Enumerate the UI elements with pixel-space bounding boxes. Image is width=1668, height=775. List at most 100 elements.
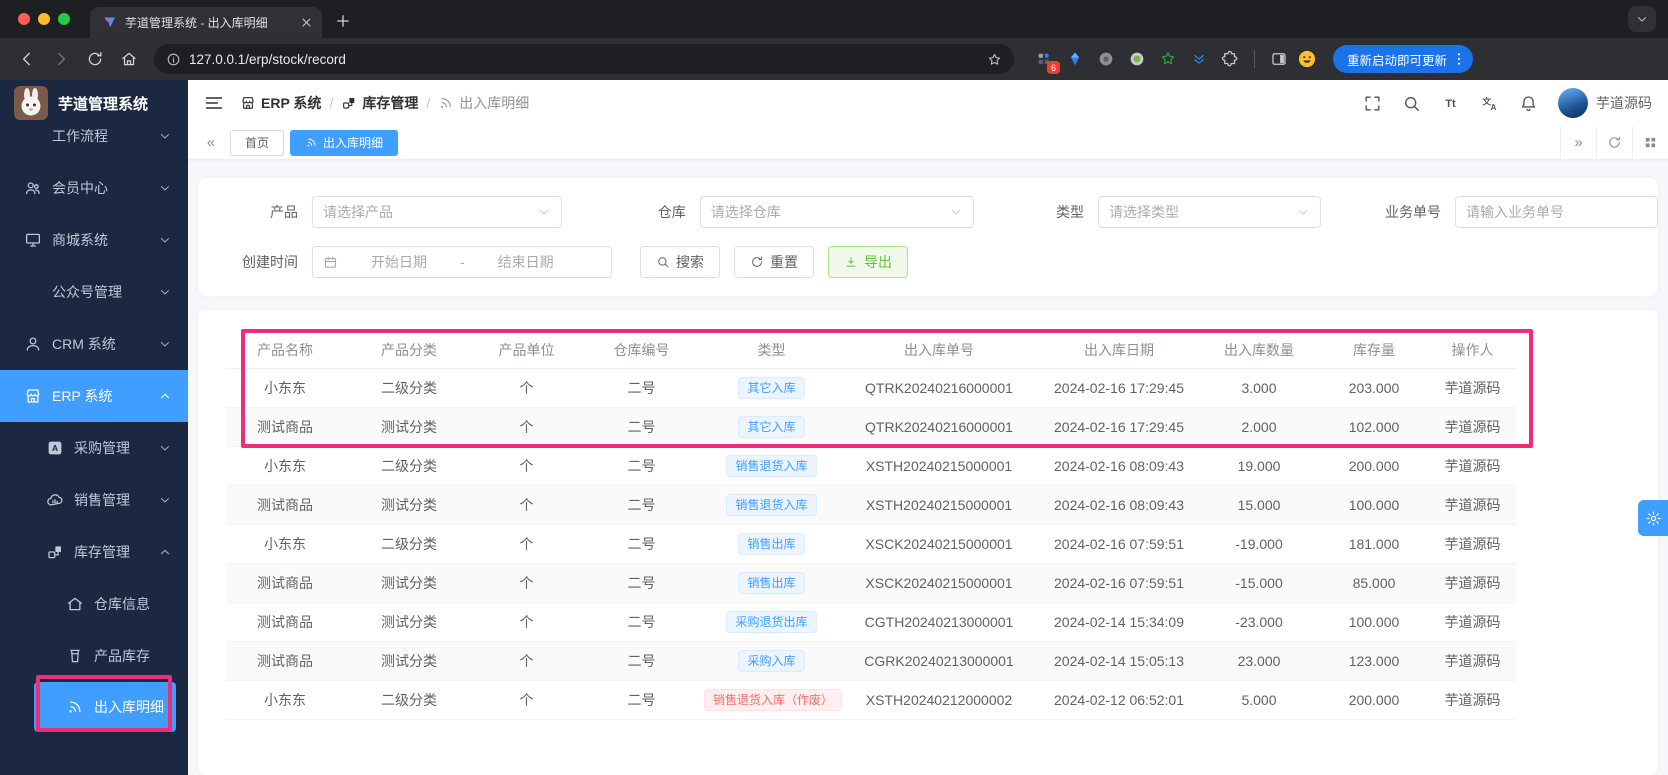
page-tabs: 首页 出入库明细 — [230, 129, 399, 156]
stock-icon — [341, 95, 357, 111]
warehouse-select[interactable] — [699, 196, 974, 228]
cell-product: 测试商品 — [226, 407, 344, 447]
download-icon — [844, 255, 858, 269]
cell-operator: 芋道源码 — [1429, 407, 1516, 447]
warehouse-select-input[interactable] — [710, 204, 943, 220]
sidebar-item-mp[interactable]: 公众号管理 — [0, 266, 188, 318]
puzzle-extension-button[interactable] — [1218, 47, 1242, 71]
cell-warehouse: 二号 — [579, 485, 704, 525]
chevron-down-icon — [158, 181, 172, 195]
icon-placeholder — [24, 127, 42, 145]
cell-product: 测试商品 — [226, 563, 344, 603]
mall-icon — [24, 231, 42, 249]
cell-quantity: 3.000 — [1199, 368, 1319, 408]
cell-unit: 个 — [474, 446, 579, 486]
url-bar[interactable]: 127.0.0.1/erp/stock/record — [154, 44, 1014, 74]
page-tab-item[interactable]: 首页 — [230, 129, 285, 156]
browser-menu-icon[interactable] — [1451, 51, 1467, 67]
sidebar-item-stock[interactable]: 库存管理 — [0, 526, 188, 578]
sidebar-item-erp[interactable]: ERP 系统 — [0, 370, 188, 422]
browser-tab[interactable]: 芋道管理系统 - 出入库明细 — [90, 7, 322, 38]
page-tab-active[interactable]: 出入库明细 — [290, 129, 399, 156]
window-zoom-button[interactable] — [58, 13, 70, 25]
reset-button[interactable]: 重置 — [734, 246, 814, 278]
bell-icon[interactable] — [1519, 94, 1538, 113]
table-row: 小东东 二级分类个二号 其它入库 QTRK20240216000001 2024-02-… — [226, 368, 1516, 408]
sidebar-item-product-stock[interactable]: 产品库存 — [0, 630, 188, 682]
business-no-input[interactable] — [1466, 204, 1647, 220]
tab-search-button[interactable] — [1628, 6, 1656, 32]
bookmark-star-icon[interactable] — [987, 52, 1002, 67]
breadcrumb-item[interactable]: ERP 系统 — [240, 93, 321, 113]
double-chevron-extension-button[interactable] — [1187, 47, 1211, 71]
chevron-down-icon — [949, 205, 963, 219]
fullscreen-icon[interactable] — [1363, 94, 1382, 113]
user-menu[interactable]: 芋道源码 — [1558, 88, 1652, 118]
type-select[interactable] — [1098, 196, 1321, 228]
search-icon — [656, 255, 670, 269]
tabs-prev-button[interactable]: « — [196, 134, 226, 151]
business-no-field[interactable] — [1455, 196, 1658, 228]
new-tab-button[interactable] — [328, 6, 358, 36]
profile-avatar[interactable] — [1295, 47, 1319, 71]
sidebar-item-member[interactable]: 会员中心 — [0, 162, 188, 214]
window-close-button[interactable] — [18, 13, 30, 25]
translate-icon[interactable]: 文A — [1480, 94, 1499, 113]
cell-category: 测试分类 — [344, 602, 474, 642]
collapse-menu-icon[interactable] — [204, 93, 224, 113]
home-button[interactable] — [114, 44, 144, 74]
product-select-input[interactable] — [323, 204, 531, 220]
settings-float-button[interactable] — [1638, 500, 1668, 536]
business-no-label: 业务单号 — [1385, 204, 1441, 220]
search-button[interactable]: 搜索 — [640, 246, 720, 278]
export-button[interactable]: 导出 — [828, 246, 908, 278]
back-button[interactable] — [12, 44, 42, 74]
refresh-icon — [750, 255, 764, 269]
star-green-extension-button[interactable] — [1156, 47, 1180, 71]
date-range-picker[interactable]: 开始日期 - 结束日期 — [312, 246, 612, 278]
create-time-label: 创建时间 — [242, 254, 298, 270]
forward-button[interactable] — [46, 44, 76, 74]
update-button[interactable]: 重新启动即可更新 — [1333, 45, 1474, 73]
cell-warehouse: 二号 — [579, 407, 704, 447]
cell-stock: 100.000 — [1319, 602, 1429, 642]
table-row: 测试商品 测试分类个二号 其它入库 QTRK20240216000001 2024-02… — [226, 407, 1516, 447]
cell-stock: 100.000 — [1319, 485, 1429, 525]
split-view-button[interactable] — [1267, 47, 1291, 71]
site-info-icon[interactable] — [166, 52, 181, 67]
refresh-button[interactable] — [80, 44, 110, 74]
search-icon[interactable] — [1402, 94, 1421, 113]
tab-refresh-button[interactable] — [1596, 125, 1632, 160]
tabs-next-button[interactable]: » — [1560, 125, 1596, 160]
sidebar-item-stock-record[interactable]: 出入库明细 — [34, 682, 176, 732]
grid-icon — [1643, 135, 1658, 150]
window-minimize-button[interactable] — [38, 13, 50, 25]
sidebar-item-sales[interactable]: 销售管理 — [0, 474, 188, 526]
circle-pattern-extension-button[interactable] — [1094, 47, 1118, 71]
tab-layout-button[interactable] — [1632, 125, 1668, 160]
cell-datetime: 2024-02-14 15:05:13 — [1039, 641, 1199, 681]
cell-datetime: 2024-02-14 15:34:09 — [1039, 602, 1199, 642]
sidebar-item-mall[interactable]: 商城系统 — [0, 214, 188, 266]
sidebar-menu: 工作流程 会员中心 商城系统 公众号管理 CRM 系统 ERP 系统 A 采购管理 销售管理 库存… — [0, 126, 188, 775]
sidebar-item-crm[interactable]: CRM 系统 — [0, 318, 188, 370]
record-icon — [305, 136, 318, 149]
cell-warehouse: 二号 — [579, 641, 704, 681]
type-select-input[interactable] — [1109, 204, 1290, 220]
breadcrumb-item[interactable]: 库存管理 — [341, 93, 418, 113]
sidebar-item-purchase[interactable]: A 采购管理 — [0, 422, 188, 474]
member-icon — [24, 179, 42, 197]
cell-order-no: XSTH20240212000002 — [839, 680, 1039, 720]
kite-extension-button[interactable] — [1063, 47, 1087, 71]
circle-dot-extension-button[interactable] — [1125, 47, 1149, 71]
sidebar-item-warehouse-info[interactable]: 仓库信息 — [0, 578, 188, 630]
tab-close-icon[interactable] — [299, 15, 314, 30]
app-logo-row[interactable]: 芋道管理系统 — [0, 80, 188, 126]
sidebar-item-workflow[interactable]: 工作流程 — [0, 126, 188, 162]
breadcrumb-item[interactable]: 出入库明细 — [438, 93, 529, 113]
product-select[interactable] — [312, 196, 562, 228]
app-header: ERP 系统 / 库存管理 / 出入库明细 Tt 文 A 芋道源码 — [188, 80, 1668, 126]
font-size-icon[interactable]: Tt — [1441, 94, 1460, 113]
purchase-icon: A — [46, 439, 64, 457]
ext-grid-extension-button[interactable]: 6 — [1032, 47, 1060, 74]
